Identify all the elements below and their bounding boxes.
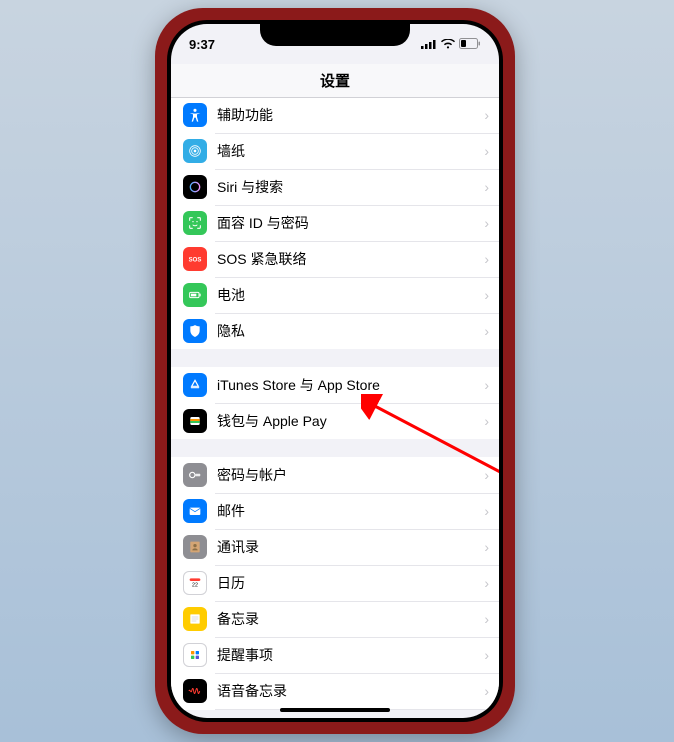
faceid-icon	[183, 211, 207, 235]
wallet-icon	[183, 409, 207, 433]
settings-row-key[interactable]: 密码与帐户›	[171, 457, 499, 493]
chevron-right-icon: ›	[484, 647, 499, 663]
chevron-right-icon: ›	[484, 413, 499, 429]
siri-icon	[183, 175, 207, 199]
chevron-right-icon: ›	[484, 575, 499, 591]
voicememo-icon	[183, 679, 207, 703]
row-label: 隐私	[217, 321, 484, 341]
status-right	[421, 37, 481, 52]
accessibility-icon	[183, 103, 207, 127]
settings-row-siri[interactable]: Siri 与搜索›	[171, 169, 499, 205]
chevron-right-icon: ›	[484, 215, 499, 231]
row-label: Siri 与搜索	[217, 177, 484, 197]
bezel: 9:37 设置 辅助功能›墙纸›Siri 与搜索›面容 ID 与密码›SOSSO	[167, 20, 503, 722]
battery-icon	[183, 283, 207, 307]
settings-row-wallet[interactable]: 钱包与 Apple Pay›	[171, 403, 499, 439]
battery-icon	[459, 37, 481, 52]
settings-row-notes[interactable]: 备忘录›	[171, 601, 499, 637]
settings-group: 密码与帐户›邮件›通讯录›22日历›备忘录›提醒事项›语音备忘录›电话›	[171, 457, 499, 710]
settings-row-contacts[interactable]: 通讯录›	[171, 529, 499, 565]
chevron-right-icon: ›	[484, 377, 499, 393]
chevron-right-icon: ›	[484, 467, 499, 483]
settings-row-battery[interactable]: 电池›	[171, 277, 499, 313]
row-label: 电池	[217, 285, 484, 305]
chevron-right-icon: ›	[484, 179, 499, 195]
settings-row-wallpaper[interactable]: 墙纸›	[171, 133, 499, 169]
reminders-icon	[183, 643, 207, 667]
svg-text:22: 22	[192, 582, 198, 588]
chevron-right-icon: ›	[484, 539, 499, 555]
settings-group: iTunes Store 与 App Store›钱包与 Apple Pay›	[171, 367, 499, 439]
chevron-right-icon: ›	[484, 143, 499, 159]
wifi-icon	[441, 37, 455, 52]
contacts-icon	[183, 535, 207, 559]
row-label: SOS 紧急联络	[217, 249, 484, 269]
home-indicator[interactable]	[280, 708, 390, 712]
status-time: 9:37	[189, 37, 215, 52]
key-icon	[183, 463, 207, 487]
row-label: 通讯录	[217, 537, 484, 557]
settings-row-reminders[interactable]: 提醒事项›	[171, 637, 499, 673]
settings-row-calendar[interactable]: 22 日历›	[171, 565, 499, 601]
chevron-right-icon: ›	[484, 287, 499, 303]
calendar-icon: 22	[183, 571, 207, 595]
settings-row-sos[interactable]: SOS SOS 紧急联络›	[171, 241, 499, 277]
chevron-right-icon: ›	[484, 683, 499, 699]
chevron-right-icon: ›	[484, 107, 499, 123]
svg-text:SOS: SOS	[189, 258, 202, 264]
chevron-right-icon: ›	[484, 251, 499, 267]
chevron-right-icon: ›	[484, 503, 499, 519]
nav-bar: 设置	[171, 64, 499, 98]
chevron-right-icon: ›	[484, 323, 499, 339]
row-label: 备忘录	[217, 609, 484, 629]
signal-icon	[421, 37, 437, 52]
row-label: 钱包与 Apple Pay	[217, 411, 484, 431]
wallpaper-icon	[183, 139, 207, 163]
settings-row-accessibility[interactable]: 辅助功能›	[171, 98, 499, 133]
row-label: 辅助功能	[217, 105, 484, 125]
row-label: 提醒事项	[217, 645, 484, 665]
settings-row-mail[interactable]: 邮件›	[171, 493, 499, 529]
phone-frame: 9:37 设置 辅助功能›墙纸›Siri 与搜索›面容 ID 与密码›SOSSO	[155, 8, 515, 734]
sos-icon: SOS	[183, 247, 207, 271]
row-label: iTunes Store 与 App Store	[217, 375, 484, 395]
settings-row-voicememo[interactable]: 语音备忘录›	[171, 673, 499, 709]
row-label: 面容 ID 与密码	[217, 213, 484, 233]
nav-title: 设置	[320, 70, 350, 91]
row-label: 日历	[217, 573, 484, 593]
chevron-right-icon: ›	[484, 611, 499, 627]
screen: 9:37 设置 辅助功能›墙纸›Siri 与搜索›面容 ID 与密码›SOSSO	[171, 24, 499, 718]
settings-row-faceid[interactable]: 面容 ID 与密码›	[171, 205, 499, 241]
privacy-icon	[183, 319, 207, 343]
notch	[260, 20, 410, 46]
row-label: 墙纸	[217, 141, 484, 161]
row-label: 语音备忘录	[217, 681, 484, 701]
settings-list[interactable]: 辅助功能›墙纸›Siri 与搜索›面容 ID 与密码›SOSSOS 紧急联络›电…	[171, 98, 499, 710]
mail-icon	[183, 499, 207, 523]
row-label: 密码与帐户	[217, 465, 484, 485]
appstore-icon	[183, 373, 207, 397]
notes-icon	[183, 607, 207, 631]
row-label: 邮件	[217, 501, 484, 521]
settings-row-appstore[interactable]: iTunes Store 与 App Store›	[171, 367, 499, 403]
settings-group: 辅助功能›墙纸›Siri 与搜索›面容 ID 与密码›SOSSOS 紧急联络›电…	[171, 98, 499, 349]
settings-row-privacy[interactable]: 隐私›	[171, 313, 499, 349]
